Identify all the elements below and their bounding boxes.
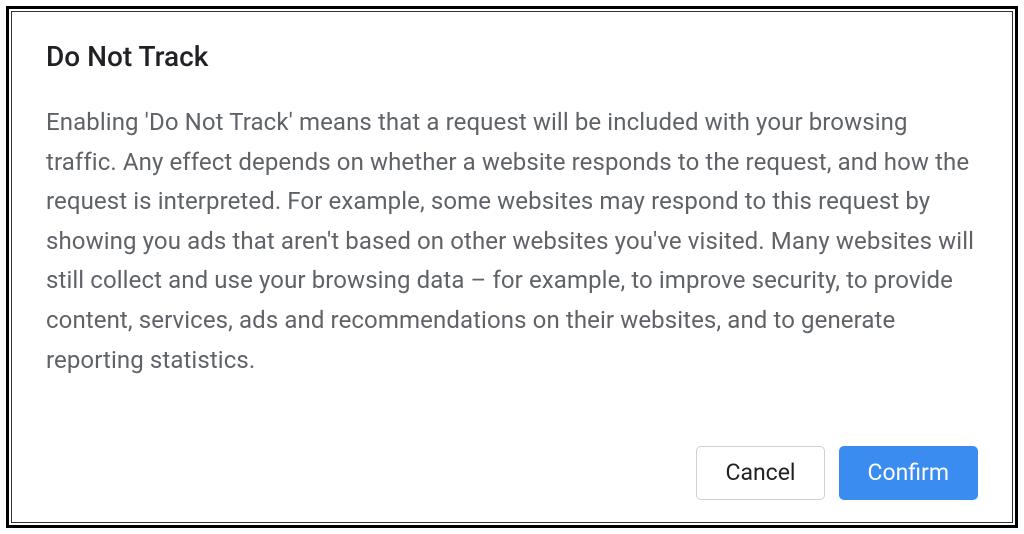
dialog-actions: Cancel Confirm [46,446,978,500]
dialog-body-text: Enabling 'Do Not Track' means that a req… [46,103,978,422]
dialog-title: Do Not Track [46,40,978,73]
confirm-button[interactable]: Confirm [839,446,979,500]
cancel-button[interactable]: Cancel [696,446,824,500]
do-not-track-dialog: Do Not Track Enabling 'Do Not Track' mea… [11,11,1013,523]
dialog-frame: Do Not Track Enabling 'Do Not Track' mea… [6,6,1018,528]
